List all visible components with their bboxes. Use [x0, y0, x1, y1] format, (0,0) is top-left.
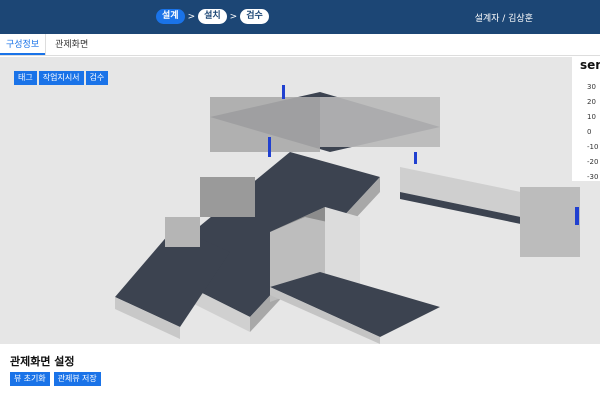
sensor-tick: -10: [587, 143, 599, 151]
model-block-left: [165, 217, 200, 247]
building-3d-model[interactable]: [0, 57, 600, 344]
model-block-upper: [210, 97, 320, 152]
sensor-marker[interactable]: [575, 207, 579, 225]
model-block-upper-2: [320, 97, 440, 147]
step-separator: >: [229, 11, 238, 22]
sensor-tick: -30: [587, 173, 599, 181]
sensor-tick: 20: [587, 98, 596, 106]
sensor-marker[interactable]: [268, 137, 271, 157]
step-separator: >: [187, 11, 196, 22]
step-design[interactable]: 설계: [156, 9, 185, 24]
viewer-toolbar: 태그 작업지시서 검수: [14, 71, 109, 85]
user-label: 설계자 / 김상훈: [474, 14, 533, 24]
sensor-tick: 10: [587, 113, 596, 121]
save-view-button[interactable]: 관제뷰 저장: [53, 372, 101, 386]
sensor-panel-title: sen: [580, 58, 600, 72]
sensor-tick: 30: [587, 83, 596, 91]
sensor-panel: sen 30 20 10 0 -10 -20 -30: [572, 57, 600, 181]
3d-viewport[interactable]: 태그 작업지시서 검수 sen 30 20 10 0 -10 -20 -30: [0, 57, 600, 344]
sensor-marker[interactable]: [282, 85, 285, 99]
work-order-button[interactable]: 작업지시서: [38, 71, 84, 85]
sensor-marker[interactable]: [414, 152, 417, 164]
tab-bar: 구성정보 관제화면: [0, 34, 600, 56]
settings-toolbar: 뷰 초기화 관제뷰 저장: [10, 372, 101, 386]
step-inspect[interactable]: 검수: [240, 9, 269, 24]
step-install[interactable]: 설치: [198, 9, 227, 24]
top-bar: 설계 > 설치 > 검수 설계자 / 김상훈: [0, 0, 600, 34]
inspect-button[interactable]: 검수: [85, 71, 109, 85]
tab-control-screen[interactable]: 관제화면: [45, 34, 97, 55]
settings-title: 관제화면 설정: [10, 355, 75, 368]
model-block-right: [520, 187, 580, 257]
sensor-tick: -20: [587, 158, 599, 166]
tab-config-info[interactable]: 구성정보: [0, 34, 46, 55]
workflow-steps: 설계 > 설치 > 검수: [156, 9, 269, 24]
reset-view-button[interactable]: 뷰 초기화: [10, 372, 50, 386]
tag-button[interactable]: 태그: [14, 71, 37, 85]
sensor-tick: 0: [587, 128, 592, 136]
model-block-left-2: [200, 177, 255, 217]
